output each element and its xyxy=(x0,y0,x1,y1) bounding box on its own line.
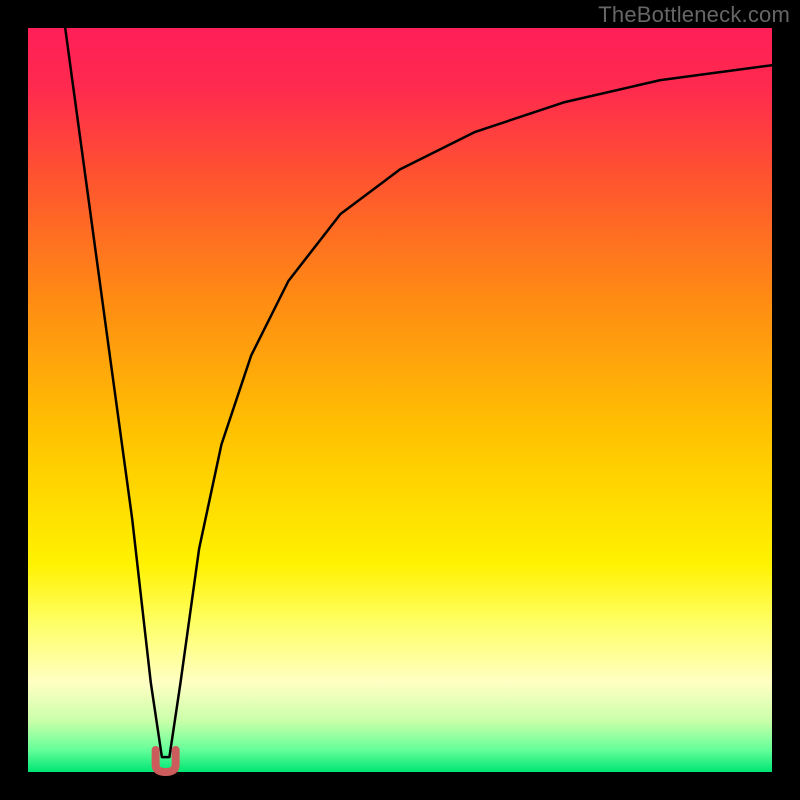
bottleneck-chart xyxy=(0,0,800,800)
watermark-text: TheBottleneck.com xyxy=(598,2,790,28)
plot-background xyxy=(28,28,772,772)
outer-frame: TheBottleneck.com xyxy=(0,0,800,800)
